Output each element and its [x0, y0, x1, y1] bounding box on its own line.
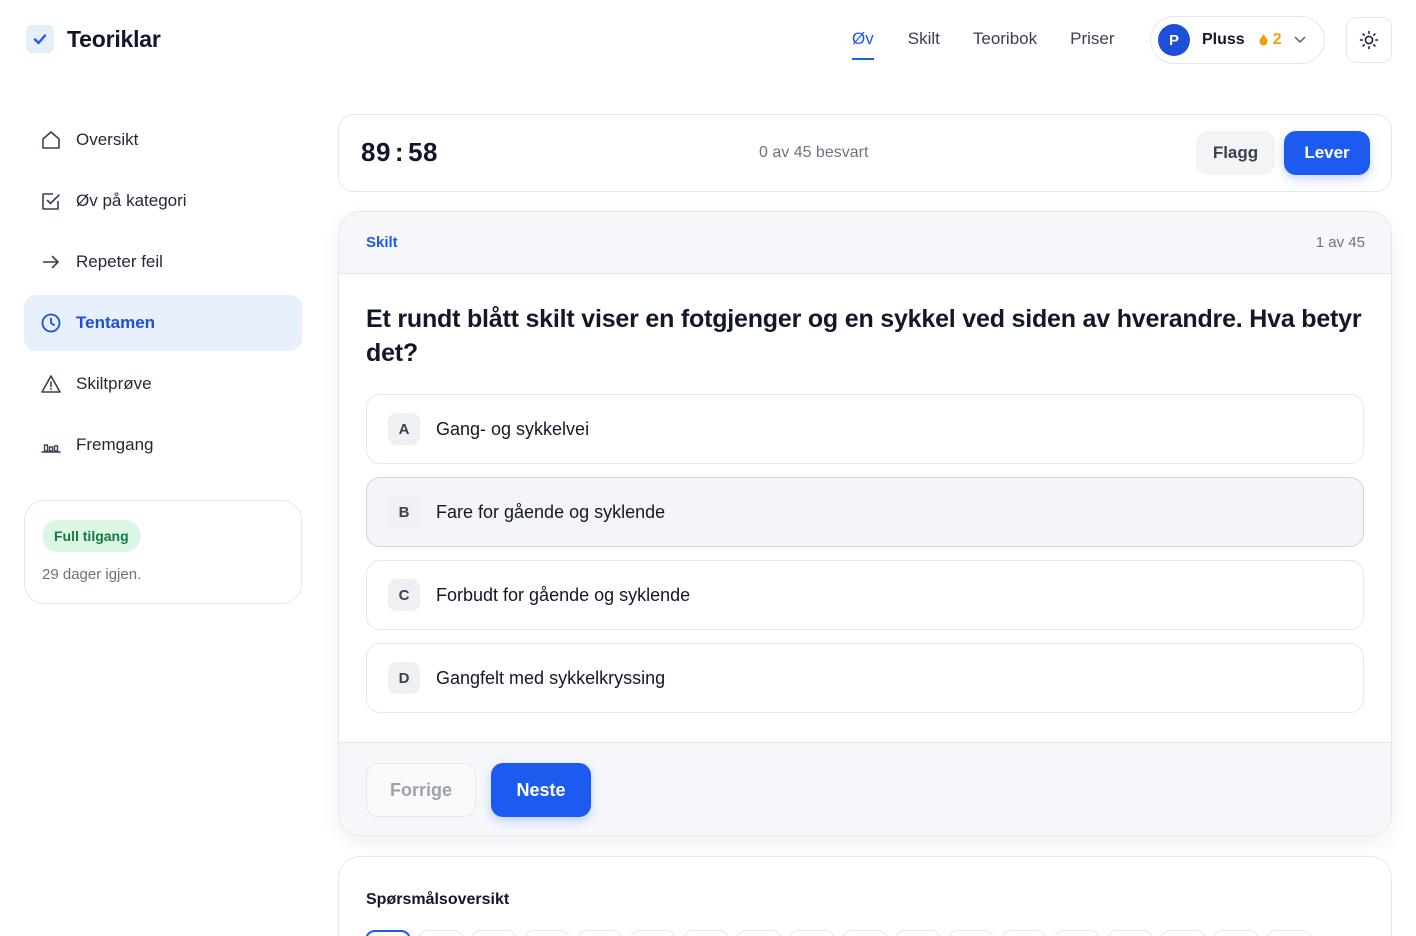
nav-priser[interactable]: Priser [1070, 26, 1114, 52]
overview-cell[interactable] [683, 930, 729, 936]
sidebar-item-label: Fremgang [76, 435, 154, 454]
exam-status-bar: 89:58 0 av 45 besvart Flagg Lever [338, 114, 1392, 192]
theme-toggle-button[interactable] [1346, 17, 1392, 63]
option-text: Fare for gående og syklende [436, 501, 666, 522]
sidebar-item-label: Oversikt [76, 130, 139, 149]
overview-cell[interactable] [1107, 930, 1153, 936]
exam-timer: 89:58 [361, 137, 438, 168]
flag-button[interactable]: Flagg [1196, 131, 1275, 175]
chevron-down-icon [1294, 36, 1306, 44]
option-text: Forbudt for gående og syklende [436, 584, 691, 605]
question-overview: Spørsmålsoversikt [338, 856, 1392, 936]
sun-icon [1359, 30, 1379, 50]
submit-button[interactable]: Lever [1284, 131, 1370, 175]
overview-cell[interactable] [789, 930, 835, 936]
streak-count: 2 [1272, 31, 1282, 48]
overview-grid [365, 930, 1319, 936]
nav-ov[interactable]: Øv [852, 26, 874, 60]
overview-cell[interactable] [1160, 930, 1206, 936]
overview-cell[interactable] [1213, 930, 1259, 936]
overview-cell[interactable] [1054, 930, 1100, 936]
app-name: Teoriklar [67, 25, 161, 52]
question-category: Skilt [366, 234, 398, 251]
bar-chart-icon [40, 434, 62, 456]
overview-cell[interactable] [471, 930, 517, 936]
question-header: Skilt 1 av 45 [339, 212, 1391, 274]
access-card: Full tilgang 29 dager igjen. [24, 500, 302, 604]
top-header: Teoriklar Øv Skilt Teoribok Priser P Plu… [0, 0, 1416, 80]
overview-cell[interactable] [1001, 930, 1047, 936]
answer-option-c[interactable]: C Forbudt for gående og syklende [366, 560, 1364, 630]
question-card: Skilt 1 av 45 Et rundt blått skilt viser… [338, 211, 1392, 836]
home-icon [40, 129, 62, 151]
overview-cell[interactable] [895, 930, 941, 936]
access-remaining-text: 29 dager igjen. [42, 566, 142, 583]
streak-counter: 2 [1259, 31, 1282, 49]
sidebar-item-label: Skiltprøve [76, 374, 152, 393]
overview-cell[interactable] [736, 930, 782, 936]
option-letter: D [388, 662, 420, 694]
nav-teoribok[interactable]: Teoribok [973, 26, 1037, 52]
overview-cell[interactable] [524, 930, 570, 936]
overview-cell[interactable] [577, 930, 623, 936]
account-menu-button[interactable]: P Pluss 2 [1150, 16, 1325, 64]
sidebar-item-ov-pa-kategori[interactable]: Øv på kategori [24, 173, 302, 229]
sidebar-item-label: Repeter feil [76, 252, 163, 271]
overview-cell[interactable] [948, 930, 994, 936]
answer-option-b[interactable]: B Fare for gående og syklende [366, 477, 1364, 547]
clock-icon [40, 312, 62, 334]
checkbox-icon [40, 190, 62, 212]
answer-option-a[interactable]: A Gang- og sykkelvei [366, 394, 1364, 464]
sidebar: Oversikt Øv på kategori Repeter feil Ten… [24, 112, 302, 478]
overview-cell[interactable] [1266, 930, 1312, 936]
answered-count: 0 av 45 besvart [759, 144, 869, 161]
timer-seconds: 58 [408, 137, 439, 167]
avatar: P [1158, 24, 1190, 56]
previous-button[interactable]: Forrige [366, 763, 476, 817]
overview-cell[interactable] [418, 930, 464, 936]
plan-label: Pluss [1202, 31, 1245, 48]
option-letter: A [388, 413, 420, 445]
sidebar-item-fremgang[interactable]: Fremgang [24, 417, 302, 473]
option-text: Gangfelt med sykkelkryssing [436, 667, 666, 688]
main-nav: Øv Skilt Teoribok Priser [852, 26, 1115, 60]
overview-title: Spørsmålsoversikt [366, 891, 510, 908]
arrow-right-icon [40, 251, 62, 273]
question-counter: 1 av 45 [1315, 234, 1365, 251]
warning-icon [40, 373, 62, 395]
nav-skilt[interactable]: Skilt [908, 26, 940, 52]
option-text: Gang- og sykkelvei [436, 418, 590, 439]
sidebar-item-label: Tentamen [76, 313, 156, 332]
flame-icon [1259, 34, 1268, 46]
overview-cell[interactable] [365, 930, 411, 936]
sidebar-item-oversikt[interactable]: Oversikt [24, 112, 302, 168]
overview-cell[interactable] [842, 930, 888, 936]
option-letter: B [388, 496, 420, 528]
timer-minutes: 89 [361, 137, 391, 167]
question-footer: Forrige Neste [339, 742, 1391, 835]
sidebar-item-label: Øv på kategori [76, 191, 187, 210]
status-badge: Full tilgang [42, 520, 141, 552]
timer-separator: : [394, 137, 405, 167]
option-letter: C [388, 579, 420, 611]
check-logo-icon [26, 25, 54, 53]
sidebar-item-skiltprove[interactable]: Skiltprøve [24, 356, 302, 412]
sidebar-item-repeter-feil[interactable]: Repeter feil [24, 234, 302, 290]
sidebar-item-tentamen[interactable]: Tentamen [24, 295, 302, 351]
overview-cell[interactable] [630, 930, 676, 936]
answer-option-d[interactable]: D Gangfelt med sykkelkryssing [366, 643, 1364, 713]
next-button[interactable]: Neste [491, 763, 591, 817]
app-logo[interactable]: Teoriklar [26, 25, 161, 53]
question-text: Et rundt blått skilt viser en fotgjenger… [366, 305, 1362, 367]
